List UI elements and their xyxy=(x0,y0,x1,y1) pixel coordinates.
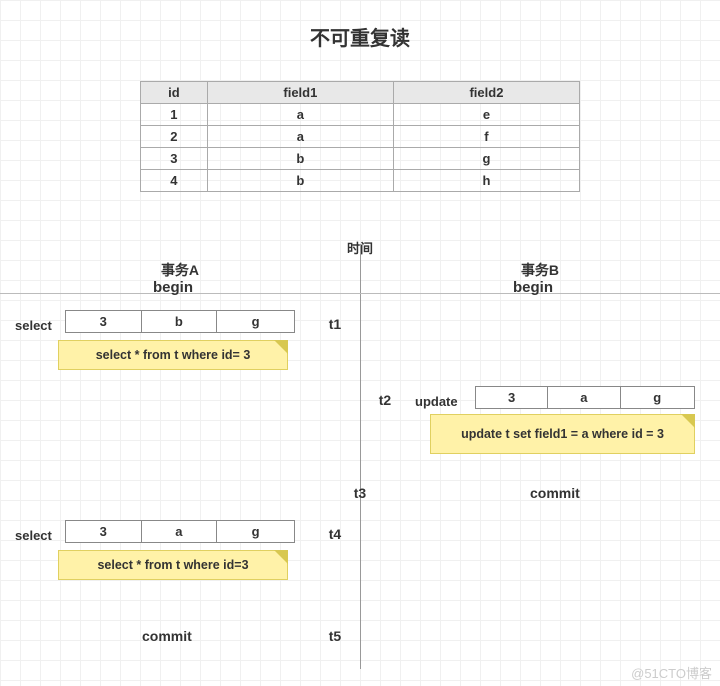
diagram-title: 不可重复读 xyxy=(0,0,720,51)
txn-a-begin: begin xyxy=(153,279,193,296)
sql-note-a-t1: select * from t where id= 3 xyxy=(58,340,288,370)
txn-b-commit: commit xyxy=(530,485,580,501)
watermark: @51CTO博客 xyxy=(631,663,712,682)
step-t4: t4 xyxy=(320,526,350,542)
step-t3: t3 xyxy=(345,485,375,501)
txn-b-label: 事务B xyxy=(500,260,580,280)
timeline-vertical-line xyxy=(360,244,361,669)
table-header-row: id field1 field2 xyxy=(141,82,580,104)
table-row: 4bh xyxy=(141,170,580,192)
col-field1: field1 xyxy=(207,82,393,104)
row-result-a-t1: 3bg xyxy=(65,310,295,333)
txn-b-begin: begin xyxy=(513,279,553,296)
table-row: 3bg xyxy=(141,148,580,170)
txn-a-label: 事务A xyxy=(140,260,220,280)
row-result-a-t4: 3ag xyxy=(65,520,295,543)
step-t2: t2 xyxy=(370,392,400,408)
timeline-horizontal-line xyxy=(0,293,720,294)
col-id: id xyxy=(141,82,208,104)
sql-note-b-t2: update t set field1 = a where id = 3 xyxy=(430,414,695,454)
col-field2: field2 xyxy=(393,82,579,104)
op-select-a-t1: select xyxy=(15,318,52,333)
op-select-a-t4: select xyxy=(15,528,52,543)
step-t1: t1 xyxy=(320,316,350,332)
sql-note-a-t4: select * from t where id=3 xyxy=(58,550,288,580)
txn-a-commit: commit xyxy=(142,628,192,644)
table-row: 2af xyxy=(141,126,580,148)
op-update-b-t2: update xyxy=(415,394,458,409)
initial-data-table: id field1 field2 1ae 2af 3bg 4bh xyxy=(140,81,580,192)
table-row: 1ae xyxy=(141,104,580,126)
row-result-b-t2: 3ag xyxy=(475,386,695,409)
step-t5: t5 xyxy=(320,628,350,644)
